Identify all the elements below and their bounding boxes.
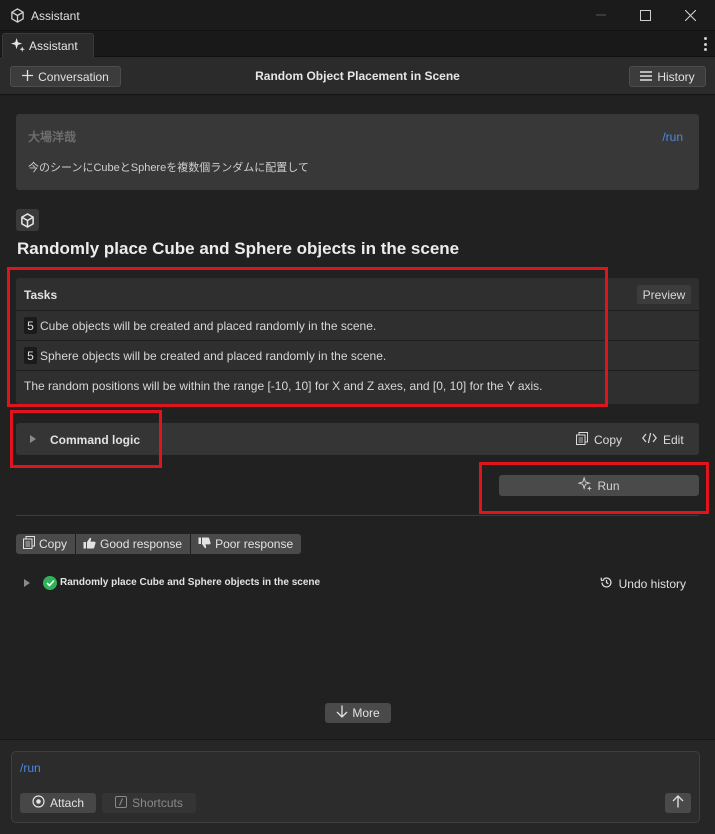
title-bar: Assistant	[0, 0, 715, 31]
window-title: Assistant	[31, 9, 80, 23]
more-options-icon[interactable]	[702, 37, 708, 51]
preview-button[interactable]: Preview	[637, 285, 691, 304]
chat-input-area: /run Attach Shortcuts	[0, 739, 715, 834]
tab-strip: Assistant	[0, 31, 715, 57]
more-button[interactable]: More	[325, 703, 391, 723]
task-text: The random positions will be within the …	[24, 379, 543, 393]
unity-logo-icon	[10, 8, 25, 23]
response-heading: Randomly place Cube and Sphere objects i…	[17, 239, 460, 258]
copy-icon	[576, 432, 588, 448]
task-text: Cube objects will be created and placed …	[40, 318, 377, 333]
attach-label: Attach	[49, 796, 85, 810]
close-icon[interactable]	[676, 4, 704, 26]
conversation-panel[interactable]: 大場洋哉 /run 今のシーンにCubeとSphereを複数個ランダムに配置して…	[0, 96, 715, 739]
expand-arrow-icon[interactable]	[24, 579, 30, 587]
attach-button[interactable]: Attach	[20, 793, 96, 813]
edit-code-button[interactable]: Edit	[642, 432, 684, 447]
message-text: 今のシーンにCubeとSphereを複数個ランダムに配置して	[28, 162, 309, 174]
shortcuts-button[interactable]: Shortcuts	[102, 793, 196, 813]
history-label: History	[657, 69, 695, 84]
run-label: Run	[597, 478, 620, 493]
sparkle-icon	[10, 37, 25, 55]
history-icon	[600, 576, 613, 592]
chat-input-value[interactable]: /run	[20, 761, 41, 775]
chat-input[interactable]: /run Attach Shortcuts	[11, 751, 700, 823]
tasks-header: Tasks Preview	[16, 278, 699, 311]
tasks-title: Tasks	[24, 288, 58, 302]
feedback-bar: Copy Good response Poor response	[16, 534, 302, 554]
tasks-panel: Tasks Preview 5 Cube objects will be cre…	[16, 278, 699, 404]
target-icon	[32, 795, 45, 811]
good-response-button[interactable]: Good response	[76, 534, 191, 554]
page-title: Random Object Placement in Scene	[255, 69, 460, 83]
tab-label: Assistant	[29, 38, 78, 53]
divider	[16, 515, 699, 516]
arrow-up-icon	[672, 795, 684, 811]
tab-assistant[interactable]: Assistant	[2, 33, 94, 57]
thumbs-up-icon	[83, 537, 96, 552]
result-text: Randomly place Cube and Sphere objects i…	[60, 577, 321, 588]
task-row: 5 Sphere objects will be created and pla…	[16, 341, 699, 371]
command-logic-section[interactable]: Command logic Copy Edit	[16, 423, 699, 455]
task-count: 5	[24, 317, 37, 334]
arrow-down-icon	[336, 705, 348, 721]
command-logic-label: Command logic	[50, 433, 141, 447]
expand-arrow-icon[interactable]	[30, 435, 36, 443]
task-text: Sphere objects will be created and place…	[40, 348, 387, 363]
header-toolbar: Conversation Random Object Placement in …	[0, 57, 715, 95]
copy-response-label: Copy	[39, 537, 68, 551]
run-button[interactable]: Run	[499, 475, 699, 496]
history-button[interactable]: History	[629, 66, 706, 87]
execution-result-row[interactable]: Randomly place Cube and Sphere objects i…	[16, 573, 699, 593]
thumbs-down-icon	[198, 537, 211, 552]
more-label: More	[352, 706, 380, 720]
copy-code-button[interactable]: Copy	[576, 432, 622, 448]
success-check-icon	[43, 576, 57, 590]
maximize-icon[interactable]	[631, 4, 659, 26]
poor-response-button[interactable]: Poor response	[191, 534, 302, 554]
minimize-icon[interactable]	[587, 4, 615, 26]
undo-history-button[interactable]: Undo history	[600, 576, 686, 592]
task-row: The random positions will be within the …	[16, 371, 699, 401]
edit-label: Edit	[663, 432, 684, 447]
copy-icon	[23, 536, 35, 552]
copy-label: Copy	[594, 433, 623, 447]
message-command: /run	[662, 130, 683, 144]
copy-response-button[interactable]: Copy	[16, 534, 76, 554]
sparkle-icon	[577, 476, 593, 494]
shortcuts-label: Shortcuts	[132, 796, 183, 810]
poor-response-label: Poor response	[215, 537, 294, 551]
task-count: 5	[24, 347, 37, 364]
task-row: 5 Cube objects will be created and place…	[16, 311, 699, 341]
list-icon	[640, 70, 653, 84]
send-button[interactable]	[665, 793, 691, 813]
good-response-label: Good response	[100, 537, 183, 551]
code-icon	[642, 432, 657, 447]
message-author: 大場洋哉	[28, 130, 77, 144]
assistant-avatar-icon	[16, 209, 39, 231]
slash-icon	[115, 795, 128, 811]
undo-history-label: Undo history	[618, 577, 686, 591]
user-message: 大場洋哉 /run 今のシーンにCubeとSphereを複数個ランダムに配置して	[16, 114, 699, 190]
